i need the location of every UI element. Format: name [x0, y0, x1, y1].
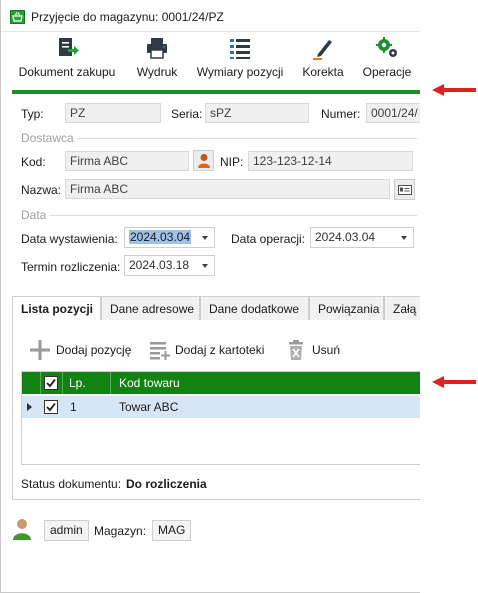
select-all-checkbox[interactable]: [44, 376, 58, 390]
typ-field[interactable]: PZ: [65, 103, 161, 123]
numer-field[interactable]: 0001/24/: [366, 103, 420, 123]
operation-date-value: 2024.03.04: [315, 230, 376, 244]
document-purchase-button[interactable]: Dokument zakupu: [11, 33, 123, 89]
user-badge: admin: [44, 520, 89, 541]
date-divider: [49, 215, 417, 216]
tab-links[interactable]: Powiązania: [309, 296, 384, 320]
settlement-date-value: 2024.03.18: [129, 258, 190, 272]
plus-icon: [30, 340, 50, 360]
user-icon: [13, 519, 31, 540]
warehouse-badge: MAG: [152, 520, 192, 541]
supplier-lookup-button[interactable]: [193, 150, 214, 171]
ribbon-toolbar: Dokument zakupu Wydruk Wymiary pozycji K…: [1, 33, 420, 91]
seria-label: Seria:: [171, 107, 203, 121]
items-grid[interactable]: Lp. Kod towaru 1 Towar ABC: [21, 371, 420, 465]
check-icon: [46, 378, 56, 388]
status-label: Status dokumentu:: [21, 477, 122, 491]
settlement-date-picker[interactable]: 2024.03.18: [124, 255, 215, 276]
add-item-button[interactable]: Dodaj pozycję: [29, 339, 133, 361]
add-item-label: Dodaj pozycję: [56, 343, 132, 357]
settlement-date-label: Termin rozliczenia:: [21, 260, 121, 274]
add-from-catalog-label: Dodaj z kartoteki: [175, 343, 265, 357]
document-export-icon: [59, 38, 79, 56]
print-button[interactable]: Wydruk: [132, 33, 182, 89]
numer-label: Numer:: [321, 107, 361, 121]
supplier-section-title: Dostawca: [21, 131, 74, 145]
id-card-icon: [398, 185, 412, 195]
tab-attachments[interactable]: Załą: [384, 296, 420, 320]
ribbon-accent-line: [12, 90, 420, 94]
row-pointer-icon: [27, 403, 32, 411]
tab-addresses[interactable]: Dane adresowe: [101, 296, 200, 320]
chevron-down-icon: [202, 236, 208, 240]
pen-icon: [313, 40, 332, 60]
typ-label: Typ:: [21, 107, 44, 121]
row-checkbox[interactable]: [44, 400, 58, 414]
supplier-name-field[interactable]: Firma ABC: [65, 179, 390, 199]
chevron-down-icon: [202, 264, 208, 268]
operation-date-picker[interactable]: 2024.03.04: [310, 227, 414, 248]
window-title: Przyjęcie do magazynu: 0001/24/PZ: [31, 10, 224, 24]
correction-button[interactable]: Korekta: [298, 33, 348, 89]
table-row[interactable]: 1 Towar ABC: [22, 396, 420, 418]
delete-label: Usuń: [312, 343, 341, 357]
kod-label: Kod:: [21, 155, 46, 169]
nazwa-label: Nazwa:: [21, 183, 62, 197]
warehouse-label: Magazyn:: [94, 524, 147, 538]
tab-item-list[interactable]: Lista pozycji: [12, 296, 101, 321]
delete-button[interactable]: Usuń: [285, 339, 341, 361]
seria-field[interactable]: sPZ: [205, 103, 309, 123]
correction-label: Korekta: [302, 65, 344, 79]
grid-divider: [40, 372, 41, 394]
supplier-code-field[interactable]: Firma ABC: [65, 151, 189, 171]
tab-additional-data[interactable]: Dane dodatkowe: [200, 296, 309, 320]
issue-date-label: Data wystawienia:: [21, 232, 118, 246]
basket-icon: [10, 10, 25, 24]
add-from-catalog-button[interactable]: Dodaj z kartoteki: [148, 339, 270, 361]
operation-date-label: Data operacji:: [231, 232, 306, 246]
item-dimensions-label: Wymiary pozycji: [196, 65, 284, 79]
grid-divider: [62, 372, 63, 394]
operations-button[interactable]: Operacje: [358, 33, 416, 89]
title-bar: Przyjęcie do magazynu: 0001/24/PZ: [1, 0, 420, 32]
grid-header: Lp. Kod towaru: [22, 372, 420, 394]
supplier-card-button[interactable]: [394, 179, 415, 200]
column-header-product-code[interactable]: Kod towaru: [119, 372, 180, 394]
add-list-icon: [150, 342, 170, 360]
chevron-down-icon: [401, 236, 407, 240]
tab-bar: Lista pozycji Dane adresowe Dane dodatko…: [12, 296, 420, 321]
person-icon: [198, 154, 210, 168]
annotation-arrow-icon: [432, 376, 476, 388]
status-value: Do rozliczenia: [126, 477, 207, 491]
nip-label: NIP:: [220, 155, 244, 169]
nip-field[interactable]: 123-123-12-14: [248, 151, 413, 171]
row-product-code: Towar ABC: [119, 400, 179, 414]
annotation-arrow-icon: [432, 84, 476, 96]
operations-label: Operacje: [362, 65, 412, 79]
issue-date-picker[interactable]: 2024.03.04: [124, 227, 215, 248]
document-purchase-label: Dokument zakupu: [18, 65, 116, 79]
printer-icon: [147, 38, 167, 59]
print-label: Wydruk: [136, 65, 178, 79]
document-window: Przyjęcie do magazynu: 0001/24/PZ Dokume…: [0, 0, 420, 593]
grid-divider: [110, 372, 111, 394]
check-icon: [46, 402, 56, 412]
row-lp: 1: [70, 400, 77, 414]
date-section-title: Data: [21, 208, 47, 222]
trash-icon: [289, 340, 303, 360]
gears-icon: [376, 37, 397, 57]
item-dimensions-button[interactable]: Wymiary pozycji: [194, 33, 286, 89]
column-header-lp[interactable]: Lp.: [69, 372, 86, 394]
list-icon: [230, 39, 250, 59]
supplier-divider: [77, 138, 417, 139]
issue-date-value: 2024.03.04: [129, 230, 192, 244]
